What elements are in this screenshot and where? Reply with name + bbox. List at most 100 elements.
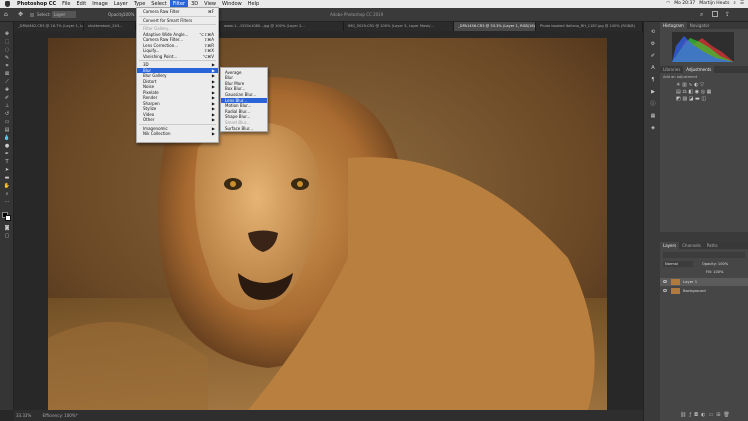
threshold-icon[interactable]: ◪ (689, 96, 694, 102)
layer-fill[interactable]: Fill: 100% (706, 269, 723, 275)
menu-edit[interactable]: Edit (74, 0, 90, 8)
gradient-map-icon[interactable]: ▬ (695, 96, 700, 102)
crop-tool-icon[interactable]: ⌗ (3, 64, 11, 69)
filter-menu-item[interactable]: Convert for Smart Filters (137, 18, 218, 24)
path-select-icon[interactable]: ➤ (3, 168, 11, 173)
app-menu[interactable]: Photoshop CC (14, 0, 59, 8)
auto-select-checkbox[interactable] (30, 13, 34, 17)
layer-name[interactable]: Background (683, 287, 706, 295)
paragraph-panel-icon[interactable]: ¶ (649, 78, 657, 83)
lion-photo-canvas[interactable] (48, 38, 607, 410)
dodge-tool-icon[interactable]: ● (3, 144, 11, 149)
layer-opacity[interactable]: Opacity: 100% (702, 261, 728, 267)
zoom-level[interactable]: 33.33% (16, 413, 31, 418)
layer-row[interactable]: Layer 1 (660, 278, 748, 286)
clone-stamp-icon[interactable]: ⊥ (3, 104, 11, 109)
move-tool-icon[interactable]: ✥ (18, 11, 23, 18)
tab-navigator[interactable]: Navigator (687, 22, 713, 29)
type-tool-icon[interactable]: T (3, 160, 11, 165)
move-tool-icon[interactable]: ✥ (3, 32, 11, 37)
layer-row[interactable]: Background (660, 287, 748, 295)
properties-panel-icon[interactable]: ⚙ (649, 42, 657, 47)
vibrance-icon[interactable]: ▽ (700, 82, 704, 88)
opacity-value[interactable]: 100% (123, 12, 134, 17)
doc-tab[interactable]: www-1...1520x1080...jpg @ 100% (Layer 2.… (220, 22, 344, 31)
styles-panel-icon[interactable]: ◈ (649, 126, 657, 131)
blur-tool-icon[interactable]: 💧 (3, 136, 11, 141)
home-icon[interactable]: ⌂ (4, 11, 8, 18)
brush-panel-icon[interactable]: ✐ (649, 54, 657, 59)
background-color-swatch[interactable] (5, 215, 11, 221)
select-dropdown[interactable]: Layer (52, 11, 76, 18)
tab-paths[interactable]: Paths (704, 242, 721, 249)
hand-tool-icon[interactable]: ✋ (3, 184, 11, 189)
shape-tool-icon[interactable]: ▬ (3, 176, 11, 181)
search-icon[interactable]: ⌕ (700, 11, 703, 19)
gradient-tool-icon[interactable]: ▤ (3, 128, 11, 133)
visibility-eye-icon[interactable] (663, 289, 667, 292)
menu-help[interactable]: Help (245, 0, 262, 8)
wifi-icon[interactable]: ◠ (666, 0, 670, 8)
history-brush-icon[interactable]: ↺ (3, 112, 11, 117)
blur-menu-item[interactable]: Surface Blur... (221, 126, 267, 132)
swatches-panel-icon[interactable]: ▦ (649, 114, 657, 119)
doc-tab[interactable]: shutterstock_243... (84, 22, 136, 31)
visibility-eye-icon[interactable] (663, 280, 667, 283)
tab-histogram[interactable]: Histogram (660, 22, 687, 29)
brightness-icon[interactable]: ☀ (676, 82, 680, 88)
doc-tab[interactable]: Photo booked Italiano_RH_1187.jpg @ 100%… (536, 22, 643, 31)
healing-brush-icon[interactable]: ✚ (3, 88, 11, 93)
tab-channels[interactable]: Channels (679, 242, 704, 249)
eraser-tool-icon[interactable]: ▭ (3, 120, 11, 125)
posterize-icon[interactable]: ▨ (682, 96, 687, 102)
search-icon[interactable]: ⌕ (733, 0, 736, 8)
filter-menu-item[interactable]: Other ▶ (137, 117, 218, 123)
bw-icon[interactable]: ◧ (688, 89, 693, 95)
apple-icon[interactable] (5, 1, 10, 7)
more-tools-icon[interactable]: ⋯ (3, 200, 11, 205)
clock[interactable]: Mo 20:37 (674, 0, 695, 8)
marquee-tool-icon[interactable]: ⬚ (3, 40, 11, 45)
user-name[interactable]: Martijn Heuts (699, 0, 729, 8)
doc-info[interactable]: Efficiency: 100%* (43, 413, 78, 418)
menu-layer[interactable]: Layer (111, 0, 131, 8)
link-icon[interactable]: ⛓ (680, 412, 689, 418)
quick-select-icon[interactable]: ✎ (3, 56, 11, 61)
trash-icon[interactable]: 🗑 (723, 412, 732, 418)
menu-file[interactable]: File (59, 0, 73, 8)
actions-panel-icon[interactable]: ▶ (649, 90, 657, 95)
invert-icon[interactable]: ◩ (676, 96, 681, 102)
filter-menu-item[interactable]: Camera Raw Filter ⌘F (137, 9, 218, 15)
tab-libraries[interactable]: Libraries (660, 66, 683, 73)
color-balance-icon[interactable]: ⚖ (682, 89, 686, 95)
layer-filter-kind[interactable] (663, 252, 745, 258)
blend-mode-dropdown[interactable]: Normal (663, 261, 693, 267)
brush-tool-icon[interactable]: ✐ (3, 96, 11, 101)
selective-color-icon[interactable]: ◫ (701, 96, 706, 102)
history-panel-icon[interactable]: ⟲ (649, 30, 657, 35)
doc-tab[interactable]: IMG_5029.CR2 @ 100% (Layer 3, Layer Mask… (344, 22, 454, 31)
curves-icon[interactable]: ∿ (688, 82, 692, 88)
share-icon[interactable]: ⇪ (725, 11, 730, 18)
menu-window[interactable]: Window (219, 0, 245, 8)
color-lookup-icon[interactable]: ▦ (707, 89, 712, 95)
screen-mode-icon[interactable]: ▢ (3, 234, 11, 239)
workspace-icon[interactable] (712, 11, 718, 17)
doc-tab[interactable]: _DPA0462.CR3 @ 16.7% (Layer 1, Layer Mas… (14, 22, 84, 31)
frame-tool-icon[interactable]: ⊠ (3, 72, 11, 77)
pen-tool-icon[interactable]: ✒ (3, 152, 11, 157)
photo-filter-icon[interactable]: ◉ (695, 89, 699, 95)
filter-menu-item[interactable]: Vanishing Point... ⌥⌘V (137, 54, 218, 60)
channel-mixer-icon[interactable]: ◎ (701, 89, 705, 95)
levels-icon[interactable]: ▥ (682, 82, 687, 88)
tab-adjustments[interactable]: Adjustments (683, 66, 715, 73)
filter-menu-item[interactable]: Nik Collection ▶ (137, 131, 218, 137)
layer-name[interactable]: Layer 1 (683, 278, 697, 286)
quick-mask-icon[interactable]: ◙ (3, 226, 11, 231)
hue-sat-icon[interactable]: ▤ (676, 89, 681, 95)
exposure-icon[interactable]: ◐ (694, 82, 698, 88)
lasso-tool-icon[interactable]: ◌ (3, 48, 11, 53)
doc-tab-active[interactable]: _DPA1456.CR3 @ 33.3% (Layer 1, RGB/16) (454, 22, 536, 31)
eyedropper-icon[interactable]: ⟋ (3, 80, 11, 85)
character-panel-icon[interactable]: A (649, 66, 657, 71)
